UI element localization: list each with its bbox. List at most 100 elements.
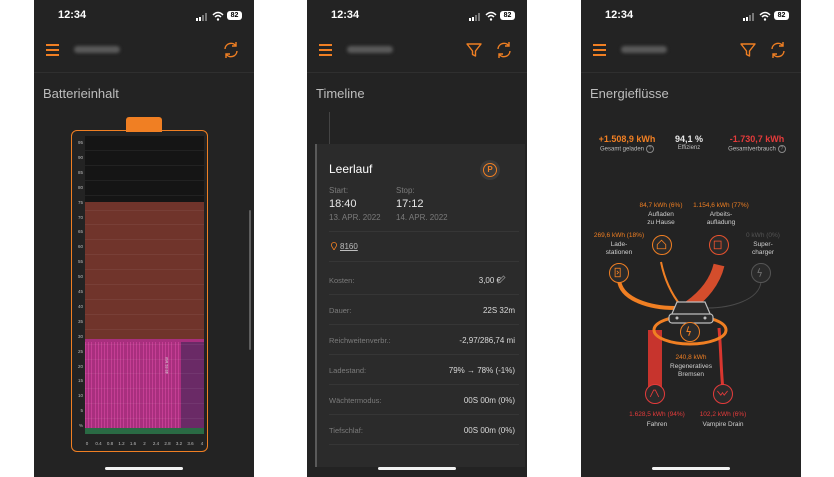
battery-chart	[85, 136, 204, 434]
status-time: 12:34	[331, 9, 360, 21]
flow-stations-value: 269,6 kWh (18%)	[593, 232, 645, 239]
x-tick-label: 3.2	[175, 441, 183, 446]
x-tick-label: 1.6	[129, 441, 137, 446]
row-divider	[329, 414, 519, 415]
parking-badge-letter: P	[483, 163, 497, 177]
edit-icon[interactable]	[497, 275, 506, 284]
flow-supercharger-label: Super-charger	[751, 241, 775, 256]
refresh-icon[interactable]	[222, 41, 240, 59]
flow-vampire-label: Vampire Drain	[702, 421, 744, 428]
battery-bar	[91, 341, 93, 429]
y-axis-labels: 95 90 85 80 75 70 65 60 55 50 45 40 35 30 25 20 15 10 5%	[73, 136, 83, 434]
battery-bar	[142, 341, 144, 429]
battery-bar	[104, 341, 106, 429]
scrollbar[interactable]	[249, 210, 251, 350]
row-divider	[329, 354, 519, 355]
y-tick-label: 85	[77, 169, 83, 175]
detail-row-value: -2,97/286,74 mi	[459, 336, 515, 345]
flow-work-value: 1.154,6 kWh (77%)	[693, 202, 749, 209]
y-tick-label: 80	[77, 184, 83, 190]
start-date: 13. APR. 2022	[329, 213, 381, 222]
header-divider	[307, 72, 527, 73]
detail-row-value: 22S 32m	[482, 306, 515, 315]
battery-bar	[174, 341, 176, 429]
filter-icon[interactable]	[465, 41, 483, 59]
refresh-icon[interactable]	[495, 41, 513, 59]
y-tick-label: 50	[77, 274, 83, 280]
detail-row-value: 00S 00m (0%)	[463, 396, 515, 405]
flow-stations	[617, 279, 676, 310]
battery-bar	[136, 341, 138, 429]
event-title: Leerlauf	[329, 162, 373, 176]
battery-bar	[155, 341, 157, 429]
y-tick-label: 90	[77, 154, 83, 160]
grid-line	[85, 179, 204, 181]
battery-bar	[145, 341, 147, 429]
grid-line	[85, 284, 204, 285]
menu-icon[interactable]	[46, 44, 59, 56]
detail-row-label: Ladestand:	[329, 366, 367, 375]
battery-bar	[152, 341, 154, 429]
battery-bar	[165, 341, 166, 429]
battery-bar	[110, 341, 112, 429]
flow-supercharger-value: 0 kWh (0%)	[746, 232, 780, 239]
home-indicator	[105, 467, 183, 470]
y-tick-label: 60	[77, 244, 83, 250]
y-tick-label: 15	[77, 378, 83, 384]
row-divider	[329, 261, 519, 262]
detail-row-label: Dauer:	[329, 306, 352, 315]
grid-line	[85, 313, 204, 315]
y-tick-label: 10	[77, 393, 83, 399]
flow-work	[685, 263, 725, 311]
flow-driving-label: Fahren	[646, 421, 668, 428]
grid-line	[85, 224, 204, 226]
menu-icon[interactable]	[319, 44, 332, 56]
battery-bar	[126, 341, 128, 429]
battery-bar	[113, 341, 115, 429]
flow-work-label: Arbeits-aufladung	[706, 211, 736, 226]
battery-bar	[123, 341, 125, 429]
battery-bar	[117, 341, 118, 429]
location-link[interactable]: 8160	[340, 242, 358, 251]
phone-timeline: 12:34 82 Timeline Leerlauf P Start: 18:4…	[307, 0, 527, 477]
grid-line	[85, 254, 204, 256]
home-indicator	[378, 467, 456, 470]
grid-line	[85, 388, 204, 390]
row-divider	[329, 444, 519, 445]
grid-line	[85, 149, 204, 151]
home-indicator	[652, 467, 730, 470]
stop-time: 17:12	[396, 198, 424, 210]
detail-row-label: Reichweitenverbr.:	[329, 336, 391, 345]
regen-braking-icon	[680, 322, 700, 342]
flow-vampire-value: 102,2 kWh (6%)	[699, 411, 747, 418]
grid-line	[85, 298, 204, 300]
work-charging-icon	[709, 235, 729, 255]
x-tick-label: 4	[200, 441, 204, 446]
y-tick-label: 45	[77, 289, 83, 294]
stop-date: 14. APR. 2022	[396, 213, 448, 222]
grid-line	[85, 269, 204, 271]
row-divider	[329, 231, 519, 232]
y-tick-label: 5	[80, 408, 83, 414]
battery-bar	[88, 341, 90, 429]
battery-bar	[149, 341, 150, 429]
row-divider	[329, 384, 519, 385]
flow-regen-value: 240,8 kWh	[675, 354, 707, 361]
battery-highlight-column	[181, 341, 204, 429]
detail-row-label: Kosten:	[329, 276, 355, 285]
x-axis-labels: 0 0.4 0.8 1.2 1.6 2 2.4 2.8 3.2 3.6 4	[85, 441, 204, 449]
y-tick-label: 30	[77, 333, 83, 339]
flow-home	[660, 261, 682, 307]
x-tick-label: 1.2	[118, 441, 125, 446]
page-title: Batterieinhalt	[43, 86, 119, 101]
signal-icon	[196, 13, 209, 21]
detail-row-label: Tiefschlaf:	[329, 426, 363, 435]
battery-bar	[101, 341, 102, 429]
home-charging-icon	[652, 235, 672, 255]
grid-line	[85, 418, 204, 420]
grid-line	[85, 373, 204, 375]
x-tick-label: 0.8	[106, 441, 114, 446]
flow-regen-label: Regeneratives Bremsen	[670, 363, 712, 378]
battery-bar	[171, 341, 173, 429]
flow-driving-value: 1.628,5 kWh (94%)	[629, 411, 685, 418]
